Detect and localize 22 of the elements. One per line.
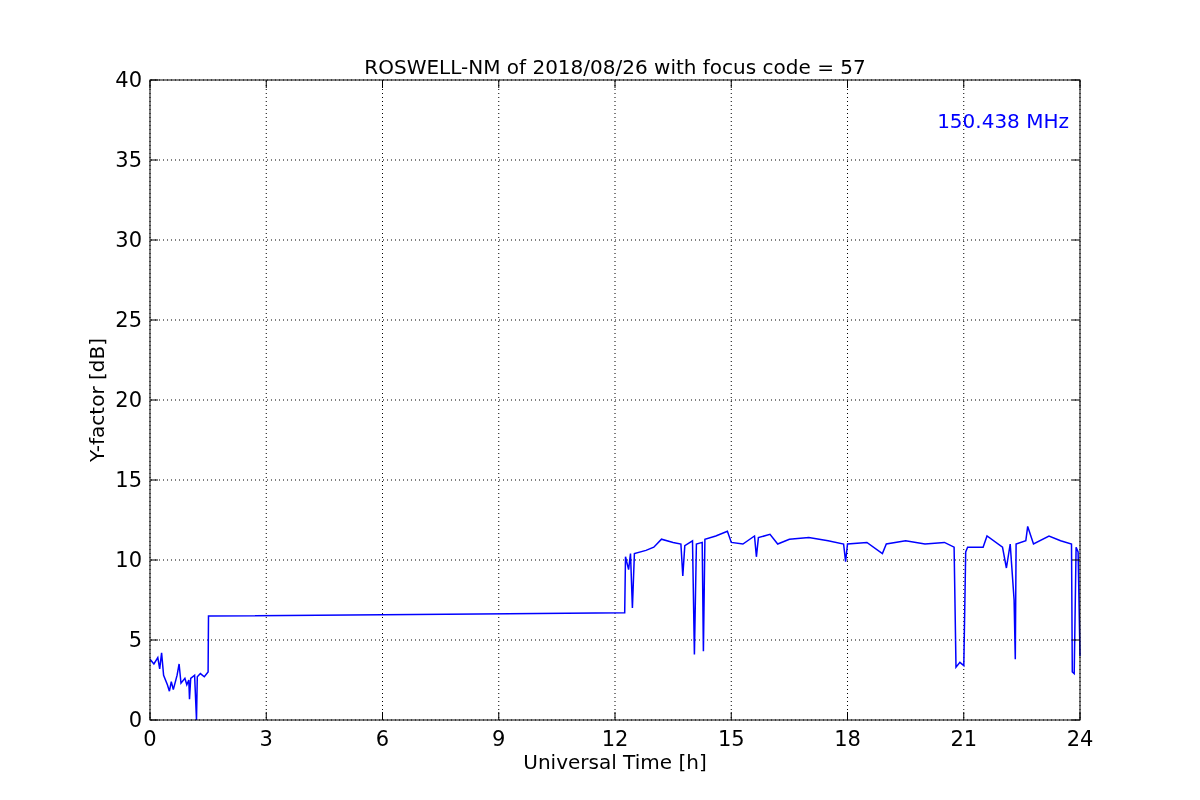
x-tick-label: 6 [375, 727, 390, 751]
x-axis-label: Universal Time [h] [523, 750, 707, 774]
x-tick-label: 12 [601, 727, 629, 751]
series-label: 150.438 MHz [937, 109, 1069, 133]
y-tick-label: 15 [115, 468, 142, 492]
y-tick-label: 20 [115, 388, 142, 412]
x-tick-label: 18 [834, 727, 861, 751]
y-axis-label: Y-factor [dB] [85, 338, 109, 462]
y-tick-label: 30 [115, 228, 142, 252]
y-tick-label: 25 [115, 308, 142, 332]
x-tick-label: 24 [1066, 727, 1094, 751]
y-tick-label: 0 [128, 708, 142, 732]
x-tick-label: 21 [950, 727, 978, 751]
x-tick-label: 15 [717, 727, 745, 751]
x-tick-label: 9 [492, 727, 506, 751]
x-tick-label: 3 [259, 727, 273, 751]
y-tick-label: 35 [115, 148, 142, 172]
y-tick-label: 40 [115, 68, 142, 92]
chart-title: ROSWELL-NM of 2018/08/26 with focus code = 57 [364, 55, 866, 79]
y-tick-label: 5 [128, 628, 142, 652]
y-tick-label: 10 [115, 548, 142, 572]
x-tick-label: 0 [143, 727, 157, 751]
